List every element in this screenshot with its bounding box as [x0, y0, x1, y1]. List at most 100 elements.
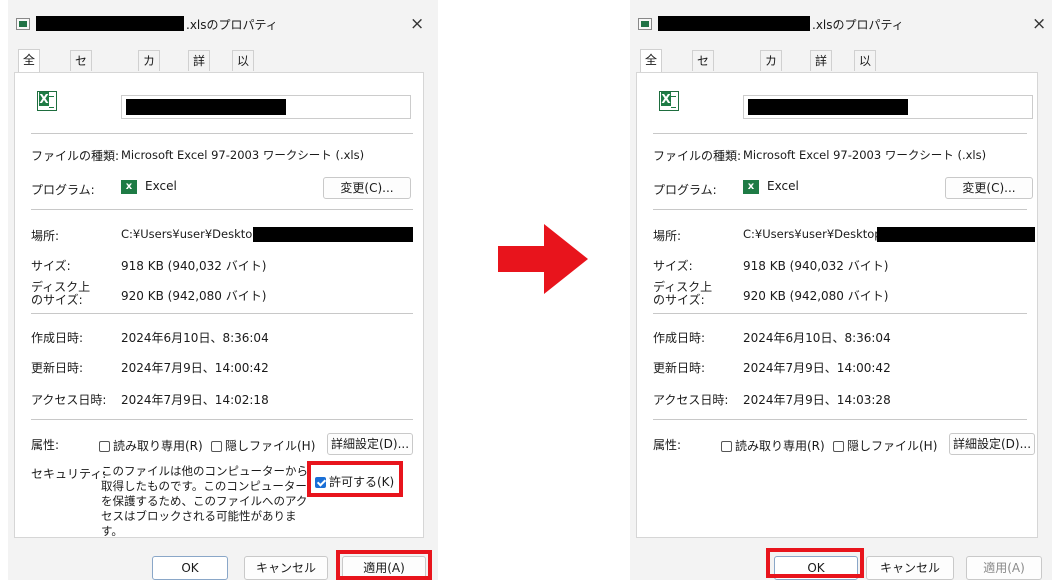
redacted-filename — [36, 16, 184, 31]
ok-button[interactable]: OK — [774, 556, 858, 580]
excel-file-icon — [659, 91, 679, 111]
size-label: サイズ: — [653, 259, 693, 273]
readonly-option[interactable]: 読み取り専用(R) — [99, 437, 203, 454]
file-type-label: ファイルの種類: — [31, 149, 120, 163]
disk-size-label: ディスク上 のサイズ: — [653, 281, 712, 307]
program-value: Excel — [767, 179, 799, 193]
tab-general[interactable]: 全般 — [18, 49, 41, 87]
divider — [653, 419, 1027, 420]
ok-button[interactable]: OK — [152, 556, 228, 580]
excel-app-icon — [16, 18, 30, 30]
tab-details[interactable]: 詳細 — [188, 50, 211, 88]
divider — [653, 133, 1027, 134]
change-button[interactable]: 変更(C)... — [945, 177, 1033, 199]
program-value: Excel — [145, 179, 177, 193]
title-bar: .xlsのプロパティ × — [630, 14, 1052, 36]
file-type-value: Microsoft Excel 97-2003 ワークシート (.xls) — [121, 148, 365, 162]
divider — [31, 419, 413, 420]
disk-size-label-line2: のサイズ: — [653, 293, 705, 307]
security-message: このファイルは他のコンピューターから取得したものです。このコンピューターを保護す… — [101, 464, 308, 538]
general-panel: ファイルの種類: Microsoft Excel 97-2003 ワークシート … — [636, 72, 1038, 538]
window-title: .xlsのプロパティ — [812, 18, 904, 32]
filename-field[interactable] — [121, 95, 411, 119]
size-label: サイズ: — [31, 259, 71, 273]
excel-icon: x — [743, 179, 759, 194]
tab-custom[interactable]: カスタム — [138, 50, 161, 128]
readonly-checkbox[interactable] — [99, 441, 110, 452]
divider — [31, 313, 413, 314]
created-label: 作成日時: — [31, 331, 84, 345]
security-label: セキュリティ: — [31, 467, 107, 481]
apply-button: 適用(A) — [966, 556, 1042, 580]
apply-button[interactable]: 適用(A) — [342, 556, 426, 580]
file-type-value: Microsoft Excel 97-2003 ワークシート (.xls) — [743, 148, 987, 162]
divider — [653, 209, 1027, 210]
modified-label: 更新日時: — [31, 361, 84, 375]
program-value-row: x Excel — [121, 179, 177, 194]
redacted-path — [253, 227, 413, 242]
properties-dialog-before: .xlsのプロパティ × 全般 セキュリティ カスタム 詳細 以前のバージョン … — [8, 0, 438, 580]
tab-general[interactable]: 全般 — [640, 49, 663, 87]
hidden-checkbox[interactable] — [211, 441, 222, 452]
created-label: 作成日時: — [653, 331, 706, 345]
divider — [31, 133, 413, 134]
disk-size-label-line2: のサイズ: — [31, 293, 83, 307]
change-button[interactable]: 変更(C)... — [323, 177, 411, 199]
size-value: 918 KB (940,032 バイト) — [121, 259, 267, 273]
tab-custom[interactable]: カスタム — [760, 50, 783, 128]
close-icon[interactable]: × — [410, 14, 424, 34]
accessed-value: 2024年7月9日、14:02:18 — [121, 393, 269, 407]
size-value: 918 KB (940,032 バイト) — [743, 259, 889, 273]
redacted-path — [877, 227, 1035, 242]
readonly-label: 読み取り専用(R) — [113, 439, 203, 453]
readonly-option[interactable]: 読み取り専用(R) — [721, 437, 825, 454]
tab-previous-versions[interactable]: 以前のバージョン — [232, 50, 255, 208]
hidden-checkbox[interactable] — [833, 441, 844, 452]
location-label: 場所: — [31, 229, 60, 243]
accessed-label: アクセス日時: — [31, 393, 107, 407]
accessed-value: 2024年7月9日、14:03:28 — [743, 393, 891, 407]
hidden-label: 隠しファイル(H) — [225, 439, 316, 453]
location-label: 場所: — [653, 229, 682, 243]
location-value: C:¥Users¥user¥Desktop¥ — [121, 227, 267, 241]
advanced-button[interactable]: 詳細設定(D)... — [949, 433, 1035, 455]
readonly-checkbox[interactable] — [721, 441, 732, 452]
hidden-label: 隠しファイル(H) — [847, 439, 938, 453]
filename-field[interactable] — [743, 95, 1033, 119]
unblock-option[interactable]: 許可する(K) — [315, 473, 394, 490]
file-type-label: ファイルの種類: — [653, 149, 742, 163]
readonly-label: 読み取り専用(R) — [735, 439, 825, 453]
disk-size-value: 920 KB (942,080 バイト) — [121, 289, 267, 303]
arrow-right-icon — [498, 224, 588, 294]
modified-value: 2024年7月9日、14:00:42 — [121, 361, 269, 375]
hidden-option[interactable]: 隠しファイル(H) — [833, 437, 937, 454]
disk-size-label: ディスク上 のサイズ: — [31, 281, 90, 307]
program-label: プログラム: — [31, 183, 95, 197]
disk-size-label-line1: ディスク上 — [31, 280, 91, 294]
tab-details[interactable]: 詳細 — [810, 50, 833, 88]
location-value: C:¥Users¥user¥Desktop¥ — [743, 227, 889, 241]
program-value-row: x Excel — [743, 179, 799, 194]
unblock-label: 許可する(K) — [329, 475, 395, 489]
tab-security[interactable]: セキュリティ — [70, 50, 93, 168]
attributes-label: 属性: — [31, 438, 60, 452]
advanced-button[interactable]: 詳細設定(D)... — [327, 433, 413, 455]
excel-app-icon — [638, 18, 652, 30]
disk-size-value: 920 KB (942,080 バイト) — [743, 289, 889, 303]
modified-label: 更新日時: — [653, 361, 706, 375]
modified-value: 2024年7月9日、14:00:42 — [743, 361, 891, 375]
cancel-button[interactable]: キャンセル — [866, 556, 954, 580]
window-title: .xlsのプロパティ — [186, 18, 278, 32]
tab-previous-versions[interactable]: 以前のバージョン — [854, 50, 877, 208]
created-value: 2024年6月10日、8:36:04 — [121, 331, 269, 345]
redacted-filename-field — [126, 99, 286, 115]
cancel-button[interactable]: キャンセル — [244, 556, 328, 580]
excel-icon: x — [121, 179, 137, 194]
general-panel: ファイルの種類: Microsoft Excel 97-2003 ワークシート … — [14, 72, 424, 538]
close-icon[interactable]: × — [1032, 14, 1046, 34]
tab-security[interactable]: セキュリティ — [692, 50, 715, 168]
divider — [31, 209, 413, 210]
unblock-checkbox[interactable] — [315, 477, 326, 488]
properties-dialog-after: .xlsのプロパティ × 全般 セキュリティ カスタム 詳細 以前のバージョン … — [630, 0, 1052, 580]
hidden-option[interactable]: 隠しファイル(H) — [211, 437, 315, 454]
